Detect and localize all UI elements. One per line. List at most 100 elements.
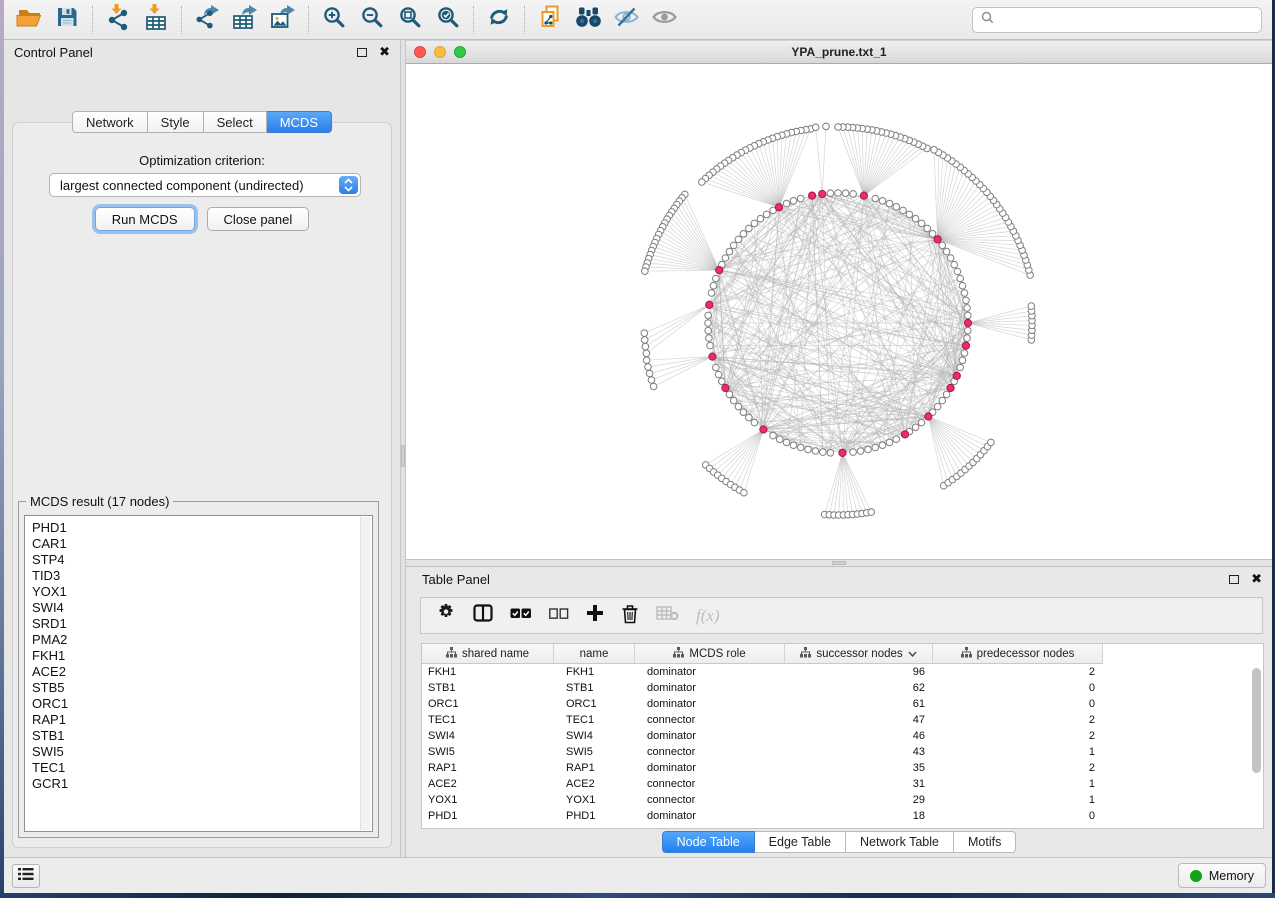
mcds-result-item[interactable]: CAR1 [32,536,372,552]
graph-node[interactable] [939,242,946,249]
graph-node[interactable] [879,442,886,449]
mcds-result-item[interactable]: TID3 [32,568,372,584]
table-scrollbar-thumb[interactable] [1252,668,1261,773]
graph-node[interactable] [740,231,747,238]
graph-node[interactable] [642,343,649,350]
graph-node[interactable] [959,282,966,289]
search-box[interactable] [972,7,1262,33]
graph-node[interactable] [879,198,886,205]
tab-mcds[interactable]: MCDS [267,111,332,133]
mcds-result-item[interactable]: STB5 [32,680,372,696]
show-all-button[interactable] [645,4,683,36]
table-row[interactable]: RAP1RAP1dominator352 [422,760,1263,776]
graph-node[interactable] [835,124,842,131]
graph-node[interactable] [713,275,720,282]
graph-node[interactable] [757,215,764,222]
graph-node[interactable] [963,297,970,304]
graph-node[interactable] [805,446,812,453]
optimization-criterion-select[interactable]: largest connected component (undirected) [49,173,361,197]
graph-node[interactable] [918,220,925,227]
graph-node[interactable] [965,327,972,334]
mcds-result-item[interactable]: ACE2 [32,664,372,680]
unselect-all-columns-button[interactable] [549,607,569,625]
graph-hub-node[interactable] [925,413,932,420]
graph-node[interactable] [726,248,733,255]
graph-node[interactable] [708,290,715,297]
export-image-button[interactable] [264,4,302,36]
graph-node[interactable] [957,364,964,371]
tab-network[interactable]: Network [72,111,148,133]
mcds-result-item[interactable]: TEC1 [32,760,372,776]
graph-node[interactable] [648,377,655,384]
mcds-result-item[interactable]: SRD1 [32,616,372,632]
column-header-predecessor-nodes[interactable]: predecessor nodes [933,644,1103,664]
mcds-result-item[interactable]: PMA2 [32,632,372,648]
horizontal-splitter[interactable] [406,559,1272,567]
graph-hub-node[interactable] [716,267,723,274]
graph-node[interactable] [900,207,907,214]
graph-node[interactable] [964,305,971,312]
graph-node[interactable] [964,335,971,342]
horizontal-splitter-handle[interactable] [832,561,846,565]
column-header-successor-nodes[interactable]: successor nodes [785,644,933,664]
graph-node[interactable] [746,414,753,421]
network-graph[interactable] [406,64,1272,559]
graph-node[interactable] [710,282,717,289]
graph-node[interactable] [740,409,747,416]
graph-node[interactable] [770,432,777,439]
graph-node[interactable] [783,200,790,207]
graph-node[interactable] [959,357,966,364]
graph-node[interactable] [790,442,797,449]
mcds-result-item[interactable]: YOX1 [32,584,372,600]
graph-node[interactable] [934,403,941,410]
graph-node[interactable] [827,450,834,457]
mcds-list-scrollbar[interactable] [360,517,371,830]
graph-node[interactable] [726,391,733,398]
add-column-button[interactable] [586,604,604,627]
import-table-button[interactable] [137,4,175,36]
binoculars-button[interactable] [569,4,607,36]
graph-node[interactable] [790,198,797,205]
graph-node[interactable] [988,439,995,446]
mcds-result-item[interactable]: RAP1 [32,712,372,728]
graph-node[interactable] [719,378,726,385]
graph-node[interactable] [947,255,954,262]
graph-node[interactable] [641,337,648,344]
graph-node[interactable] [751,220,758,227]
export-network-button[interactable] [188,4,226,36]
graph-node[interactable] [812,124,819,131]
open-folder-button[interactable] [10,4,48,36]
graph-node[interactable] [776,436,783,443]
graph-node[interactable] [939,397,946,404]
graph-node[interactable] [706,335,713,342]
float-panel-icon[interactable] [357,48,367,57]
mcds-result-item[interactable]: SWI4 [32,600,372,616]
mcds-result-item[interactable]: GCR1 [32,776,372,792]
graph-node[interactable] [835,190,842,197]
graph-node[interactable] [705,312,712,319]
graph-node[interactable] [850,191,857,198]
graph-node[interactable] [893,204,900,211]
graph-node[interactable] [842,190,849,197]
save-session-button[interactable] [48,4,86,36]
graph-node[interactable] [951,261,958,268]
graph-node[interactable] [730,397,737,404]
zoom-selected-button[interactable] [429,4,467,36]
graph-node[interactable] [850,449,857,456]
graph-node[interactable] [713,364,720,371]
graph-node[interactable] [961,290,968,297]
column-browser-button[interactable] [473,604,493,627]
task-history-button[interactable] [12,864,40,888]
column-header-shared-name[interactable]: shared name [422,644,554,664]
graph-node[interactable] [751,419,758,426]
float-table-panel-icon[interactable] [1229,575,1239,584]
graph-hub-node[interactable] [819,190,826,197]
graph-node[interactable] [643,350,650,357]
graph-node[interactable] [1028,303,1035,310]
graph-node[interactable] [906,211,913,218]
close-panel-button[interactable]: Close panel [207,207,310,231]
mcds-result-item[interactable]: STP4 [32,552,372,568]
zoom-fit-button[interactable] [391,4,429,36]
graph-node[interactable] [746,225,753,232]
table-row[interactable]: YOX1YOX1connector291 [422,792,1263,808]
